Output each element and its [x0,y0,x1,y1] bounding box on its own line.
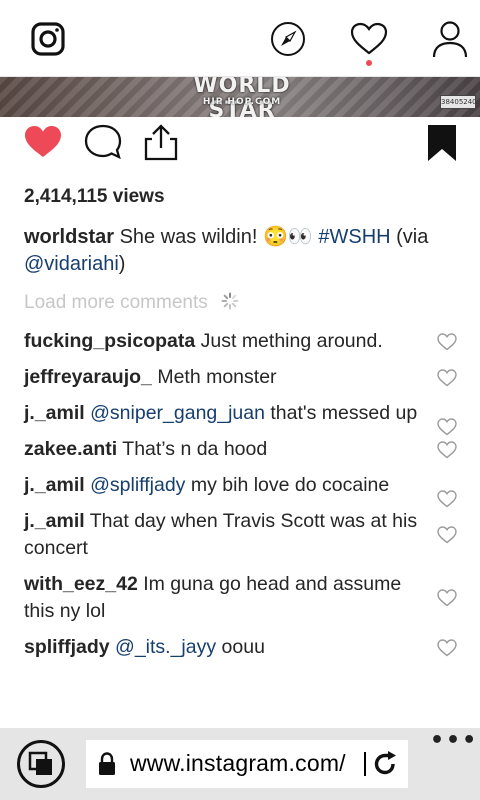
tabs-icon [28,751,52,775]
comment-item: with_eez_42 Im guna go head and assume t… [24,571,464,625]
lock-icon [99,752,115,775]
video-box-code: 38405240 [440,95,477,109]
comment-mention[interactable]: @sniper_gang_juan [90,402,265,424]
comment-username[interactable]: spliffjady [24,636,110,658]
more-options-button[interactable]: ••• [430,728,478,753]
comment-username[interactable]: j._amil [24,510,85,532]
comment-username[interactable]: j._amil [24,474,85,496]
comment-text: my bih love do cocaine [185,474,390,496]
caption-mention[interactable]: @vidariahi [24,253,119,275]
app-top-bar [0,0,480,77]
like-comment-heart-icon[interactable] [437,526,457,544]
caption-username[interactable]: worldstar [24,226,114,248]
loading-spinner-icon [221,292,239,310]
caption-via: (via [390,226,429,248]
bookmark-icon[interactable] [427,124,457,162]
like-comment-heart-icon[interactable] [437,418,457,436]
like-comment-heart-icon[interactable] [437,589,457,607]
comment-text: Meth monster [151,366,277,388]
comment-text: that's messed up [264,402,418,424]
comment-text: Just mething around. [195,330,383,352]
refresh-icon[interactable] [372,751,398,777]
post-actions [0,118,480,168]
load-more-comments[interactable]: Load more comments [24,292,239,314]
comment-mention[interactable]: @_its._jayy [115,636,216,658]
instagram-icon[interactable] [31,22,65,56]
caption-hashtag[interactable]: #WSHH [318,226,390,248]
caption-text: She was wildin! 😳👀 [114,226,319,248]
like-comment-heart-icon[interactable] [437,333,457,351]
comment-list: fucking_psicopata Just mething around. j… [24,328,464,670]
comment-icon[interactable] [84,124,122,160]
browser-bar: www.instagram.com/ ••• [0,728,480,800]
post-video[interactable]: WORLD STAR HIP HOP.COM 38405240 [0,77,480,117]
address-bar[interactable]: www.instagram.com/ [86,740,408,788]
notification-dot [366,60,372,66]
compass-icon[interactable] [270,21,306,57]
profile-icon[interactable] [432,20,468,60]
like-comment-heart-icon[interactable] [437,639,457,657]
heart-icon[interactable] [350,22,388,56]
comment-username[interactable]: zakee.anti [24,438,117,460]
post-caption: worldstar She was wildin! 😳👀 #WSHH (via … [24,224,444,278]
url-text: www.instagram.com/ [130,750,346,776]
comment-item: j._amil That day when Travis Scott was a… [24,508,464,562]
comment-username[interactable]: jeffreyaraujo_ [24,366,152,388]
comment-item: spliffjady @_its._jayy oouu [24,634,464,661]
comment-text: oouu [216,636,265,658]
comment-item: zakee.anti That’s n da hood [24,436,464,463]
comment-mention[interactable]: @spliffjady [90,474,185,496]
comment-item: j._amil @sniper_gang_juan that's messed … [24,400,464,436]
view-count: 2,414,115 views [24,186,165,207]
caption-close: ) [118,253,126,275]
watermark-subtitle: HIP HOP.COM [202,97,282,107]
like-comment-heart-icon[interactable] [437,441,457,459]
comment-username[interactable]: with_eez_42 [24,573,138,595]
share-icon[interactable] [143,122,179,162]
comment-text: That’s n da hood [117,438,268,460]
like-comment-heart-icon[interactable] [437,369,457,387]
comment-item: jeffreyaraujo_ Meth monster [24,364,464,391]
text-caret [364,752,366,776]
like-comment-heart-icon[interactable] [437,490,457,508]
comment-username[interactable]: j._amil [24,402,85,424]
comment-username[interactable]: fucking_psicopata [24,330,195,352]
comment-item: fucking_psicopata Just mething around. [24,328,464,355]
comment-item: j._amil @spliffjady my bih love do cocai… [24,472,464,508]
load-more-label: Load more comments [24,292,208,313]
liked-heart-icon[interactable] [24,125,62,159]
tabs-button[interactable] [17,740,65,788]
